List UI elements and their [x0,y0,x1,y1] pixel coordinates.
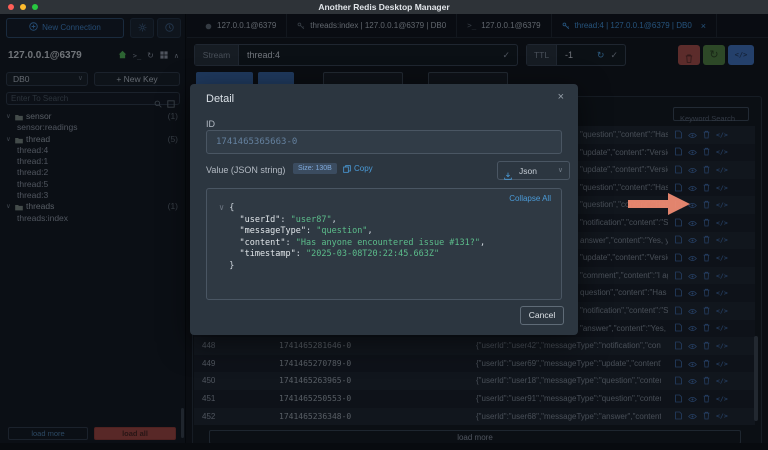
json-line: "userId": "user87", [219,215,485,227]
copy-icon [343,165,351,173]
chevron-down-icon: ∨ [558,162,563,180]
format-select-value: Json [519,162,537,180]
json-line: } [219,261,485,273]
id-input[interactable]: 1741465365663-0 [206,130,562,154]
dialog-title: Detail [206,93,234,105]
close-dialog-icon[interactable]: × [558,91,564,103]
annotation-arrow [628,190,690,223]
caret-down-icon[interactable]: ∨ [219,203,224,213]
copy-button[interactable]: Copy [343,164,373,173]
format-icon [504,167,512,185]
window-titlebar: Another Redis Desktop Manager [0,0,768,14]
json-tree: ∨ { "userId": "user87", "messageType": "… [219,203,485,273]
copy-label: Copy [354,164,373,173]
value-viewer: Collapse All ∨ { "userId": "user87", "me… [206,188,562,300]
collapse-all-link[interactable]: Collapse All [509,194,551,203]
size-badge: Size: 130B [293,163,337,174]
detail-dialog: Detail × ID 1741465365663-0 Value (JSON … [190,84,578,335]
value-label: Value (JSON string) [206,165,285,175]
window-title: Another Redis Desktop Manager [0,0,768,14]
json-line: "timestamp": "2025-03-08T20:22:45.663Z" [219,249,485,261]
app-window: Another Redis Desktop Manager New Connec… [0,0,768,450]
id-label: ID [206,119,215,129]
json-line: "content": "Has anyone encountered issue… [219,238,485,250]
json-line: "messageType": "question", [219,226,485,238]
format-select[interactable]: Json ∨ [497,161,570,180]
cancel-button[interactable]: Cancel [520,306,564,325]
json-line: ∨ { [219,203,485,215]
